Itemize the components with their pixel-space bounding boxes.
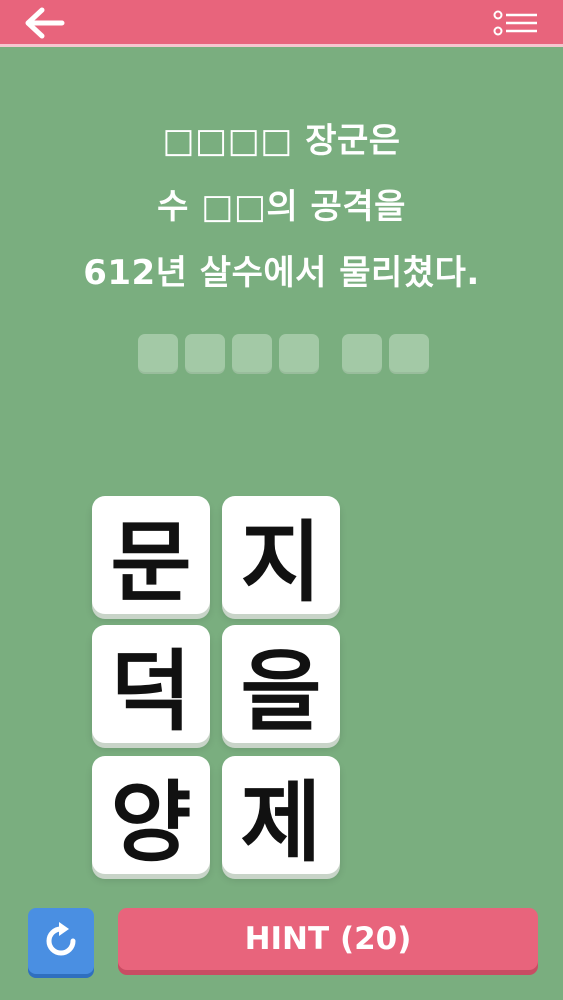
answer-slot[interactable] xyxy=(279,334,319,374)
letter-tile[interactable]: 을 xyxy=(222,625,340,743)
letter-tile[interactable]: 양 xyxy=(92,756,210,874)
letter-tile[interactable]: 문 xyxy=(92,496,210,614)
answer-slot[interactable] xyxy=(342,334,382,374)
letter-tile[interactable]: 덕 xyxy=(92,625,210,743)
answer-slots xyxy=(0,334,563,378)
menu-list-icon xyxy=(493,10,537,36)
question-line: 수 □□의 공격을 xyxy=(157,187,406,227)
top-bar xyxy=(0,0,563,47)
letter-tile[interactable]: 지 xyxy=(222,496,340,614)
menu-button[interactable] xyxy=(493,10,539,38)
question-line: 612년 살수에서 물리쳤다. xyxy=(83,253,480,293)
answer-slot[interactable] xyxy=(138,334,178,374)
question-line: □□□□ 장군은 xyxy=(162,121,401,161)
refresh-button[interactable] xyxy=(28,908,94,974)
hint-button[interactable]: HINT (20) xyxy=(118,908,538,970)
answer-slot[interactable] xyxy=(389,334,429,374)
answer-slot[interactable] xyxy=(232,334,272,374)
question-text: □□□□ 장군은 수 □□의 공격을 612년 살수에서 물리쳤다. xyxy=(0,112,563,310)
answer-slot[interactable] xyxy=(185,334,225,374)
refresh-icon xyxy=(46,922,76,956)
arrow-left-icon xyxy=(25,7,65,39)
letter-tile[interactable]: 제 xyxy=(222,756,340,874)
back-button[interactable] xyxy=(22,6,68,40)
